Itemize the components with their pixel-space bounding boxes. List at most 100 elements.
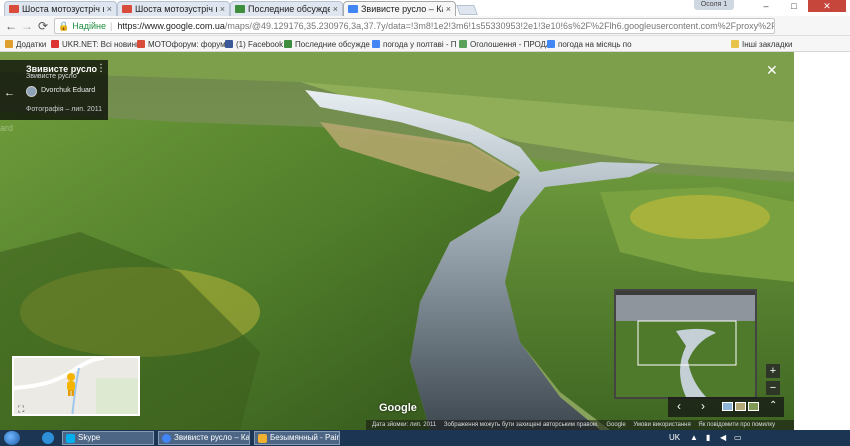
task-label: Безымянный - Paint — [270, 433, 340, 442]
reload-button[interactable]: ⟳ — [36, 19, 50, 33]
google-icon — [547, 40, 555, 48]
tab-title: Последние обсуждени — [248, 4, 330, 14]
bookmark-apps[interactable]: Додатки — [5, 38, 46, 50]
facebook-icon — [225, 40, 233, 48]
footer-brand: Google — [606, 422, 626, 428]
taskbar-skype[interactable]: Skype — [62, 431, 154, 445]
more-options-icon[interactable]: ⋮ — [96, 63, 106, 74]
forward-button[interactable]: → — [20, 19, 34, 33]
bookmarks-bar: Додатки UKR.NET: Всі новини МОТОфорум: ф… — [0, 36, 850, 52]
faded-author-watermark: ard — [0, 123, 14, 133]
minimize-button[interactable]: – — [752, 0, 780, 12]
folder-icon — [731, 40, 739, 48]
ukrnet-icon — [51, 40, 59, 48]
google-logo: Google — [379, 402, 417, 414]
back-button[interactable]: ← — [4, 19, 18, 33]
other-bookmarks-label: Інші закладки — [742, 39, 793, 49]
close-window-button[interactable]: ✕ — [808, 0, 846, 12]
lock-icon: 🔒 — [58, 20, 70, 31]
task-label: Звивисте русло – Ка... — [174, 433, 250, 442]
tab-close-icon[interactable]: × — [220, 4, 225, 14]
filmstrip-thumb[interactable] — [748, 402, 759, 411]
terms-link[interactable]: Умови використання — [633, 422, 690, 428]
tab-motozustrich-2[interactable]: Шоста мотозустріч кайф × — [117, 1, 230, 16]
bookmark-weather-poltava[interactable]: погода у полтаві - П — [372, 38, 457, 50]
bookmark-motoforum[interactable]: МОТОфорум: форум — [137, 38, 226, 50]
close-viewer-icon[interactable]: ✕ — [766, 62, 778, 79]
battery-icon[interactable]: ▭ — [734, 433, 742, 442]
author-name-link[interactable]: Dvorchuk Eduard — [41, 87, 95, 94]
motoforum-icon — [137, 40, 145, 48]
bookmark-label: (1) Facebook — [236, 39, 284, 49]
url-path: /maps/@49.129176,35.230976,3a,37.7y/data… — [224, 21, 775, 31]
taskbar-chrome[interactable]: Звивисте русло – Ка... — [158, 431, 250, 445]
pegman-icon[interactable] — [64, 372, 78, 396]
google-icon — [372, 40, 380, 48]
back-arrow-icon[interactable]: ← — [4, 87, 15, 99]
photo-filmstrip: ‹ › ⌃ — [668, 397, 784, 417]
tab-strip: Шоста мотозустріч кайф × Шоста мотозустр… — [0, 0, 850, 16]
photo-preview-thumbnail[interactable] — [614, 289, 757, 399]
tab-maps-active[interactable]: Звивисте русло – Карт × — [343, 1, 456, 16]
zoom-in-button[interactable]: + — [766, 364, 780, 378]
tab-title: Шоста мотозустріч кайф — [22, 4, 104, 14]
tab-title: Шоста мотозустріч кайф — [135, 4, 217, 14]
blank-side-area — [794, 52, 850, 430]
tab-title: Звивисте русло – Карт — [361, 4, 443, 14]
tab-close-icon[interactable]: × — [107, 4, 112, 14]
author-avatar[interactable] — [26, 86, 37, 97]
previous-photo-icon[interactable]: ‹ — [677, 399, 681, 413]
new-tab-button[interactable] — [456, 5, 478, 15]
bookmark-discussions[interactable]: Последние обсужде — [284, 38, 370, 50]
bookmark-facebook[interactable]: (1) Facebook — [225, 38, 283, 50]
copyright-notice: Зображення можуть бути захищені авторськ… — [443, 422, 599, 428]
maps-favicon-icon — [348, 5, 358, 13]
tray-arrow-icon[interactable]: ▲ — [690, 433, 698, 442]
bookmark-label: UKR.NET: Всі новини — [62, 39, 141, 49]
chrome-icon — [162, 433, 171, 443]
network-icon[interactable]: ▮ — [706, 433, 710, 442]
bookmark-label: Додатки — [16, 39, 47, 49]
minimap-expand-icon[interactable]: ⛶ — [18, 404, 24, 414]
bookmark-ukrnet[interactable]: UKR.NET: Всі новини — [51, 38, 140, 50]
task-label: Skype — [78, 433, 101, 442]
address-bar[interactable]: 🔒 Надійне | https://www.google.com.ua /m… — [54, 18, 775, 34]
bookmark-label: Оголошення - ПРОДА — [470, 39, 552, 49]
bookmark-label: МОТОфорум: форум — [148, 39, 226, 49]
minimap-more-icon[interactable]: ⋮ — [136, 358, 138, 369]
tab-discussions[interactable]: Последние обсуждени × — [230, 1, 343, 16]
tab-motozustrich-1[interactable]: Шоста мотозустріч кайф × — [4, 1, 117, 16]
other-bookmarks[interactable]: Інші закладки — [731, 38, 793, 50]
tab-favicon-icon — [235, 5, 245, 13]
taskbar-paint[interactable]: Безымянный - Paint — [254, 431, 340, 445]
tab-close-icon[interactable]: × — [333, 4, 338, 14]
volume-icon[interactable]: ◀ — [720, 433, 726, 442]
tab-favicon-icon — [122, 5, 132, 13]
discussions-icon — [284, 40, 292, 48]
report-problem-link[interactable]: Як повідомити про помилку — [698, 422, 775, 428]
filmstrip-thumb[interactable] — [735, 402, 746, 411]
next-photo-icon[interactable]: › — [701, 399, 705, 413]
profile-button[interactable]: Осоля 1 — [694, 0, 734, 10]
photo-date: Фотографія – лип. 2011 — [26, 106, 103, 113]
language-indicator[interactable]: UK — [669, 433, 680, 442]
bookmark-ads[interactable]: Оголошення - ПРОДА — [459, 38, 551, 50]
maximize-button[interactable]: □ — [780, 0, 808, 12]
location-minimap[interactable]: ⋮ ⛶ — [12, 356, 140, 416]
browser-toolbar: ← → ⟳ 🔒 Надійне | https://www.google.com… — [0, 16, 850, 48]
bookmark-label: погода у полтаві - П — [383, 39, 457, 49]
photo-viewer[interactable]: ← Звивисте русло Звивисте русло ⋮ Dvorch… — [0, 52, 794, 430]
skype-icon — [66, 433, 75, 443]
filmstrip-thumb[interactable] — [722, 402, 733, 411]
expand-filmstrip-icon[interactable]: ⌃ — [769, 400, 777, 411]
bookmark-weather-month[interactable]: погода на місяць по — [547, 38, 632, 50]
tab-favicon-icon — [9, 5, 19, 13]
capture-date: Дата зйомки: лип. 2011 — [372, 422, 437, 428]
tab-close-icon[interactable]: × — [446, 4, 451, 14]
start-button[interactable] — [4, 431, 20, 445]
windows-taskbar: Skype Звивисте русло – Ка... Безымянный … — [0, 430, 850, 446]
zoom-out-button[interactable]: − — [766, 381, 780, 395]
url-host: https://www.google.com.ua — [117, 21, 225, 31]
thumbnail-image — [616, 291, 755, 397]
